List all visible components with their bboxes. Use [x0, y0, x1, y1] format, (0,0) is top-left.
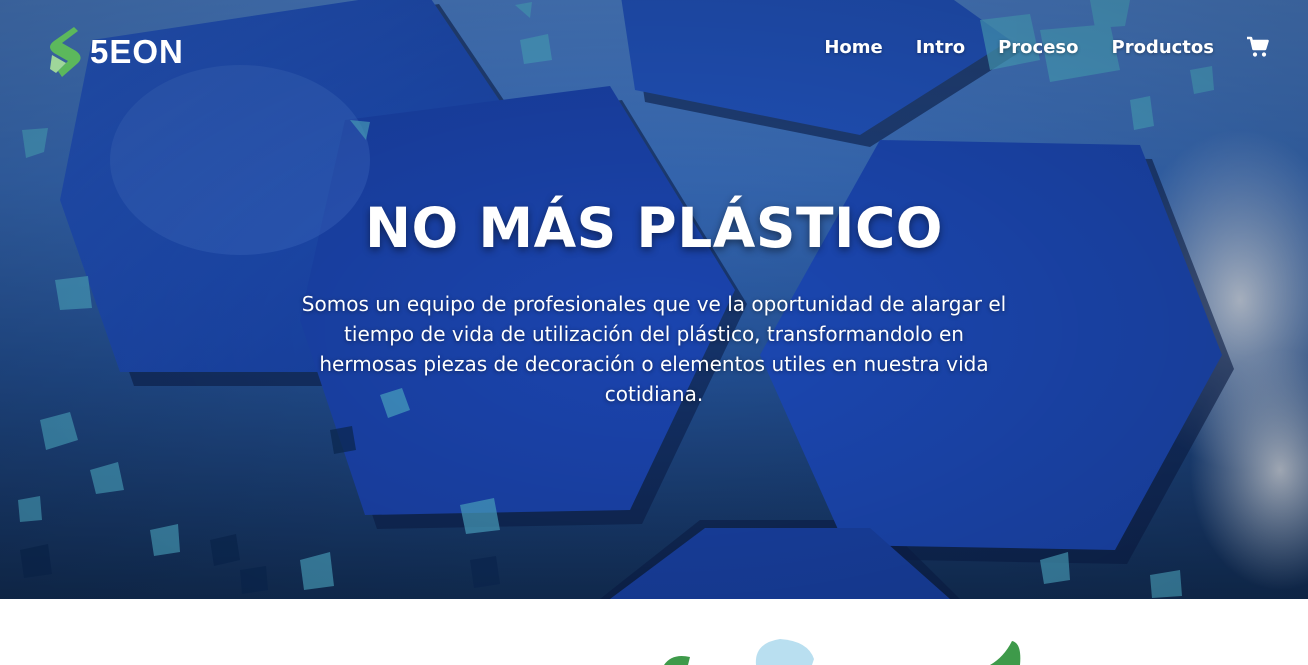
- hero-section: 5EON Home Intro Proceso Productos NO MÁS…: [0, 0, 1308, 599]
- leaf-s-logo-icon: [50, 27, 81, 77]
- brand-name: 5EON: [90, 33, 184, 70]
- brand-logo[interactable]: 5EON: [44, 24, 184, 80]
- decorative-plant-illustration: [664, 639, 1021, 665]
- main-navigation: Home Intro Proceso Productos: [824, 36, 1270, 58]
- nav-link-proceso[interactable]: Proceso: [998, 37, 1078, 58]
- nav-link-intro[interactable]: Intro: [916, 37, 965, 58]
- hero-title: NO MÁS PLÁSTICO: [364, 196, 944, 260]
- next-section: [0, 599, 1308, 665]
- shopping-cart-icon[interactable]: [1246, 36, 1270, 58]
- nav-link-home[interactable]: Home: [824, 37, 882, 58]
- hero-description: Somos un equipo de profesionales que ve …: [301, 292, 1007, 406]
- nav-link-productos[interactable]: Productos: [1112, 37, 1215, 58]
